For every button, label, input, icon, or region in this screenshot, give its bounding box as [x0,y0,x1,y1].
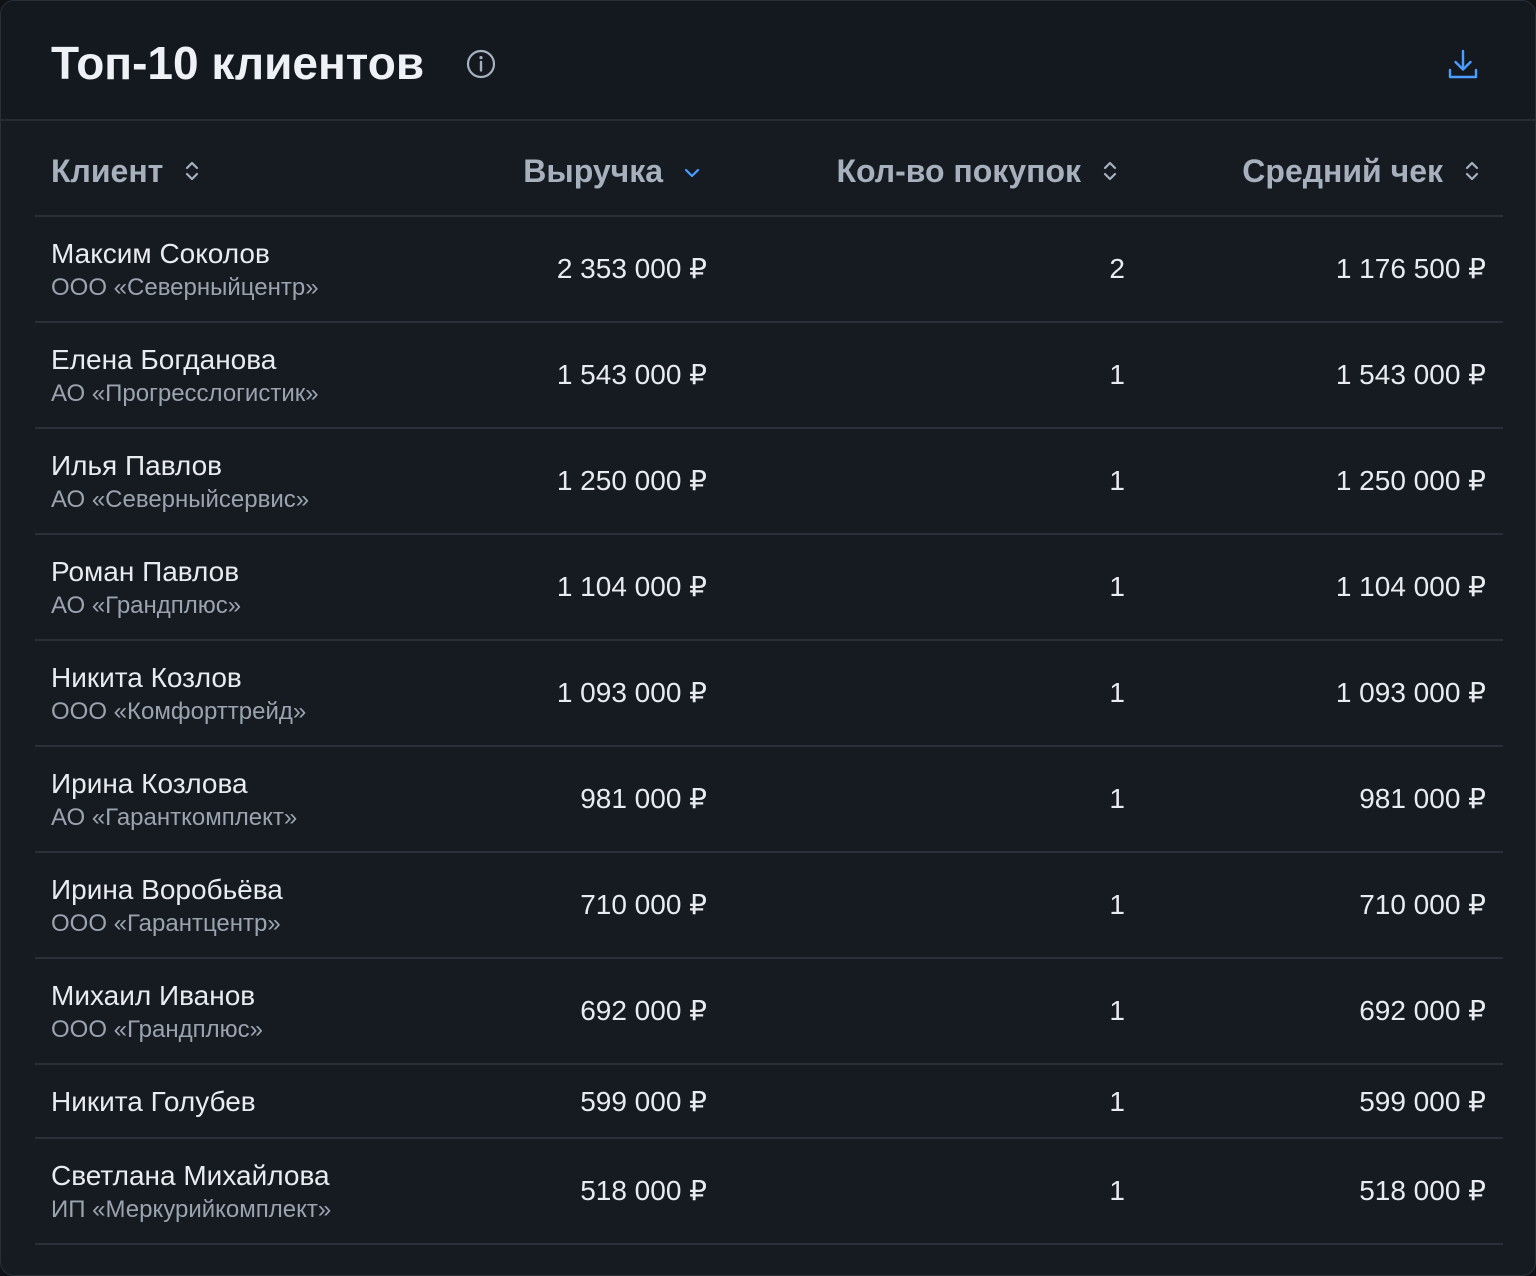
avg-check-cell: 599 000 ₽ [1359,1086,1486,1117]
client-company: АО «Грандплюс» [51,592,242,619]
avg-check-cell: 692 000 ₽ [1359,995,1486,1026]
purchases-cell: 2 [1109,253,1125,284]
table-row[interactable]: Никита Голубев 599 000 ₽ 1 599 000 ₽ [35,1065,1503,1139]
sort-updown-icon [1103,161,1117,181]
column-header-label: Клиент [51,152,164,189]
purchases-cell: 1 [1109,571,1125,602]
revenue-cell: 1 093 000 ₽ [556,677,707,708]
table-row[interactable]: Илья Павлов АО «Северныйсервис» 1 250 00… [35,429,1503,535]
client-name: Илья Павлов [51,450,223,481]
avg-check-cell: 981 000 ₽ [1359,783,1486,814]
top-clients-card: Топ-10 клиентов Клиент Выручка Кол-во по… [0,0,1536,1276]
revenue-cell: 1 104 000 ₽ [556,571,707,602]
avg-check-cell: 1 543 000 ₽ [1335,359,1486,390]
client-cell: Илья Павлов АО «Северныйсервис» [51,449,309,517]
table-header: Клиент Выручка Кол-во покупок Средний че… [35,121,1503,217]
table-row[interactable]: Ирина Воробьёва ООО «Гарантцентр» 710 00… [35,853,1503,959]
table-row[interactable]: Максим Соколов ООО «Северныйцентр» 2 353… [35,217,1503,323]
purchases-cell: 1 [1109,677,1125,708]
client-company: ООО «Комфорттрейд» [51,698,307,725]
avg-check-cell: 1 093 000 ₽ [1335,677,1486,708]
client-cell: Михаил Иванов ООО «Грандплюс» [51,979,263,1047]
revenue-cell: 518 000 ₽ [580,1175,707,1206]
client-cell: Ирина Козлова АО «Гаранткомплект» [51,767,297,835]
client-cell: Никита Козлов ООО «Комфорттрейд» [51,661,306,729]
table-row[interactable]: Ирина Козлова АО «Гаранткомплект» 981 00… [35,747,1503,853]
client-company: ООО «Грандплюс» [51,1016,263,1043]
revenue-cell: 981 000 ₽ [580,783,707,814]
revenue-cell: 1 250 000 ₽ [556,465,707,496]
purchases-cell: 1 [1109,465,1125,496]
client-cell: Роман Павлов АО «Грандплюс» [51,555,241,623]
revenue-cell: 710 000 ₽ [580,889,707,920]
column-header-purchases[interactable]: Кол-во покупок [836,151,1121,191]
client-cell: Никита Голубев [51,1085,256,1119]
column-header-revenue[interactable]: Выручка [523,151,703,191]
purchases-cell: 1 [1109,889,1125,920]
chevron-down-icon [684,168,700,178]
client-company: ИП «Меркурийкомплект» [51,1196,332,1223]
client-name: Михаил Иванов [51,980,256,1011]
download-button[interactable] [1441,43,1485,87]
client-name: Максим Соколов [51,238,270,269]
avg-check-cell: 1 104 000 ₽ [1335,571,1486,602]
client-cell: Светлана Михайлова ИП «Меркурийкомплект» [51,1159,331,1227]
table-row[interactable]: Роман Павлов АО «Грандплюс» 1 104 000 ₽ … [35,535,1503,641]
table-row[interactable]: Михаил Иванов ООО «Грандплюс» 692 000 ₽ … [35,959,1503,1065]
client-name: Светлана Михайлова [51,1160,330,1191]
client-name: Никита Голубев [51,1086,256,1117]
table-row[interactable]: Светлана Михайлова ИП «Меркурийкомплект»… [35,1139,1503,1245]
avg-check-cell: 710 000 ₽ [1359,889,1486,920]
card-header: Топ-10 клиентов [1,1,1535,121]
column-header-label: Кол-во покупок [836,152,1081,189]
client-name: Роман Павлов [51,556,240,587]
purchases-cell: 1 [1109,1175,1125,1206]
revenue-cell: 2 353 000 ₽ [556,253,707,284]
client-cell: Елена Богданова АО «Прогресслогистик» [51,343,319,411]
column-header-avg-check[interactable]: Средний чек [1242,151,1483,191]
client-cell: Ирина Воробьёва ООО «Гарантцентр» [51,873,283,941]
table-row[interactable]: Никита Козлов ООО «Комфорттрейд» 1 093 0… [35,641,1503,747]
client-cell: Максим Соколов ООО «Северныйцентр» [51,237,319,305]
column-header-label: Выручка [523,152,663,189]
client-name: Ирина Козлова [51,768,248,799]
info-icon[interactable] [465,48,497,80]
purchases-cell: 1 [1109,1086,1125,1117]
page-title: Топ-10 клиентов [51,37,425,89]
purchases-cell: 1 [1109,995,1125,1026]
avg-check-cell: 1 176 500 ₽ [1335,253,1486,284]
client-company: ООО «Северныйцентр» [51,274,319,301]
revenue-cell: 1 543 000 ₽ [556,359,707,390]
revenue-cell: 692 000 ₽ [580,995,707,1026]
column-header-client[interactable]: Клиент [51,151,203,191]
clients-table: Клиент Выручка Кол-во покупок Средний че… [35,121,1503,1245]
client-company: АО «Гаранткомплект» [51,804,298,831]
avg-check-cell: 518 000 ₽ [1359,1175,1486,1206]
client-company: АО «Северныйсервис» [51,486,310,513]
client-name: Елена Богданова [51,344,277,375]
client-name: Ирина Воробьёва [51,874,283,905]
revenue-cell: 599 000 ₽ [580,1086,707,1117]
client-name: Никита Козлов [51,662,242,693]
sort-updown-icon [186,161,199,181]
client-company: АО «Прогресслогистик» [51,380,319,407]
purchases-cell: 1 [1109,783,1125,814]
sort-updown-icon [1465,161,1479,181]
avg-check-cell: 1 250 000 ₽ [1335,465,1486,496]
download-icon [1448,49,1478,79]
client-company: ООО «Гарантцентр» [51,910,281,937]
table-row[interactable]: Елена Богданова АО «Прогресслогистик» 1 … [35,323,1503,429]
column-header-label: Средний чек [1242,152,1443,189]
purchases-cell: 1 [1109,359,1125,390]
